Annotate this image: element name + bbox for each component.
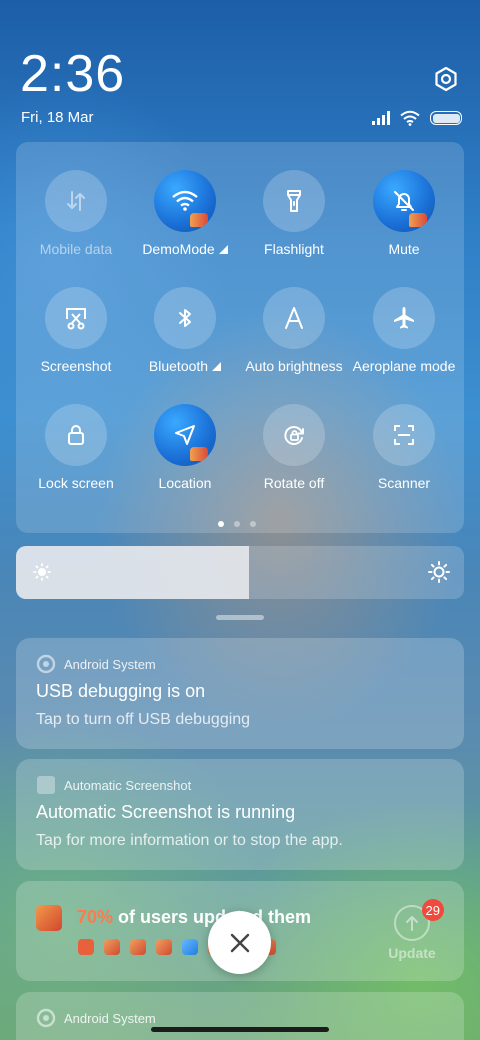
android-system-icon: [36, 1008, 56, 1028]
bluetooth-icon: [154, 287, 216, 349]
brightness-high-icon: [428, 561, 450, 583]
battery-level: [432, 113, 460, 123]
clear-all-button[interactable]: [208, 911, 271, 974]
app-icon: [104, 939, 120, 955]
tile-lock-screen[interactable]: Lock screen: [20, 404, 132, 491]
notification-android-system[interactable]: Android System: [16, 992, 464, 1040]
notification-header: Automatic Screenshot: [36, 775, 191, 795]
rotate-lock-icon: [263, 404, 325, 466]
status-bar-icons: [372, 109, 462, 127]
tile-label: Bluetooth: [148, 358, 209, 374]
clock: 2:36: [20, 45, 126, 103]
tile-label: Lock screen: [38, 475, 114, 491]
close-icon: [230, 933, 249, 952]
tile-label: Screenshot: [40, 358, 112, 374]
tile-mobile-data[interactable]: Mobile data: [20, 170, 132, 257]
tile-scanner[interactable]: Scanner: [348, 404, 460, 491]
tile-label: Location: [158, 475, 212, 491]
notification-body: Tap to turn off USB debugging: [36, 711, 251, 728]
scanner-icon: [373, 404, 435, 466]
wifi-status-icon: [400, 110, 420, 126]
tile-label: Flashlight: [264, 241, 324, 257]
lock-icon: [45, 404, 107, 466]
screenshot-icon: [45, 287, 107, 349]
notification-title: Automatic Screenshot is running: [36, 802, 296, 822]
page-indicator: [218, 521, 256, 527]
mobile-data-icon: [45, 170, 107, 232]
tile-label: Scanner: [377, 475, 431, 491]
update-label: Update: [388, 945, 436, 961]
tile-label: Rotate off: [263, 475, 325, 491]
android-system-icon: [36, 654, 56, 674]
home-gesture-bar[interactable]: [151, 1027, 329, 1032]
app-icon: [130, 939, 146, 955]
app-icon: [37, 776, 55, 794]
tile-label: Mute: [388, 241, 420, 257]
promo-text: of users updated them: [113, 907, 312, 927]
tile-bluetooth[interactable]: Bluetooth: [129, 287, 241, 374]
flashlight-icon: [263, 170, 325, 232]
update-count-badge: 29: [421, 899, 444, 921]
notification-app-name: Android System: [64, 656, 156, 672]
tile-screenshot[interactable]: Screenshot: [20, 287, 132, 374]
notification-app-name: Android System: [64, 1010, 156, 1026]
tile-mute[interactable]: Mute: [348, 170, 460, 257]
location-icon: [154, 404, 216, 466]
tile-label: Auto brightness: [245, 358, 343, 374]
tile-demo-mode[interactable]: DemoMode: [129, 170, 241, 257]
quick-settings-panel: Mobile data DemoMode Flashlight Mute Scr…: [16, 142, 464, 533]
home-app-icon: [78, 939, 94, 955]
settings-gear-icon[interactable]: [432, 65, 460, 93]
app-icon: [156, 939, 172, 955]
more-options-icon[interactable]: [218, 245, 228, 254]
signal-icon: [372, 111, 390, 125]
app-store-icon: [36, 905, 62, 931]
notification-app-name: Automatic Screenshot: [64, 777, 192, 793]
airplane-icon: [373, 287, 435, 349]
page-dot: [250, 521, 256, 527]
bell-off-icon: [373, 170, 435, 232]
battery-icon: [430, 111, 462, 125]
notification-usb-debugging[interactable]: Android System USB debugging is on Tap t…: [16, 638, 464, 749]
tile-label: Mobile data: [39, 241, 113, 257]
tile-flashlight[interactable]: Flashlight: [238, 170, 350, 257]
wifi-icon: [154, 170, 216, 232]
notification-title: 70% of users updated them: [77, 907, 311, 928]
tile-rotate-off[interactable]: Rotate off: [238, 404, 350, 491]
brightness-slider[interactable]: [16, 546, 464, 599]
page-dot: [234, 521, 240, 527]
tile-label: DemoMode: [142, 241, 215, 257]
tile-aeroplane-mode[interactable]: Aeroplane mode: [348, 287, 460, 374]
auto-brightness-icon: [263, 287, 325, 349]
tile-auto-brightness[interactable]: Auto brightness: [238, 287, 350, 374]
promo-percent: 70%: [77, 907, 114, 927]
upload-app-icon: [182, 939, 198, 955]
tile-label: Aeroplane mode: [352, 358, 456, 374]
notification-auto-screenshot[interactable]: Automatic Screenshot Automatic Screensho…: [16, 759, 464, 870]
notification-header: Android System: [36, 1008, 156, 1028]
page-dot: [218, 521, 224, 527]
date: Fri, 18 Mar: [21, 109, 94, 126]
notification-title: USB debugging is on: [36, 681, 206, 701]
panel-drag-handle[interactable]: [216, 615, 264, 620]
notification-header: Android System: [36, 654, 156, 674]
notification-body: Tap for more information or to stop the …: [36, 832, 343, 849]
tile-location[interactable]: Location: [129, 404, 241, 491]
brightness-low-icon: [33, 563, 51, 581]
more-options-icon[interactable]: [212, 362, 222, 371]
